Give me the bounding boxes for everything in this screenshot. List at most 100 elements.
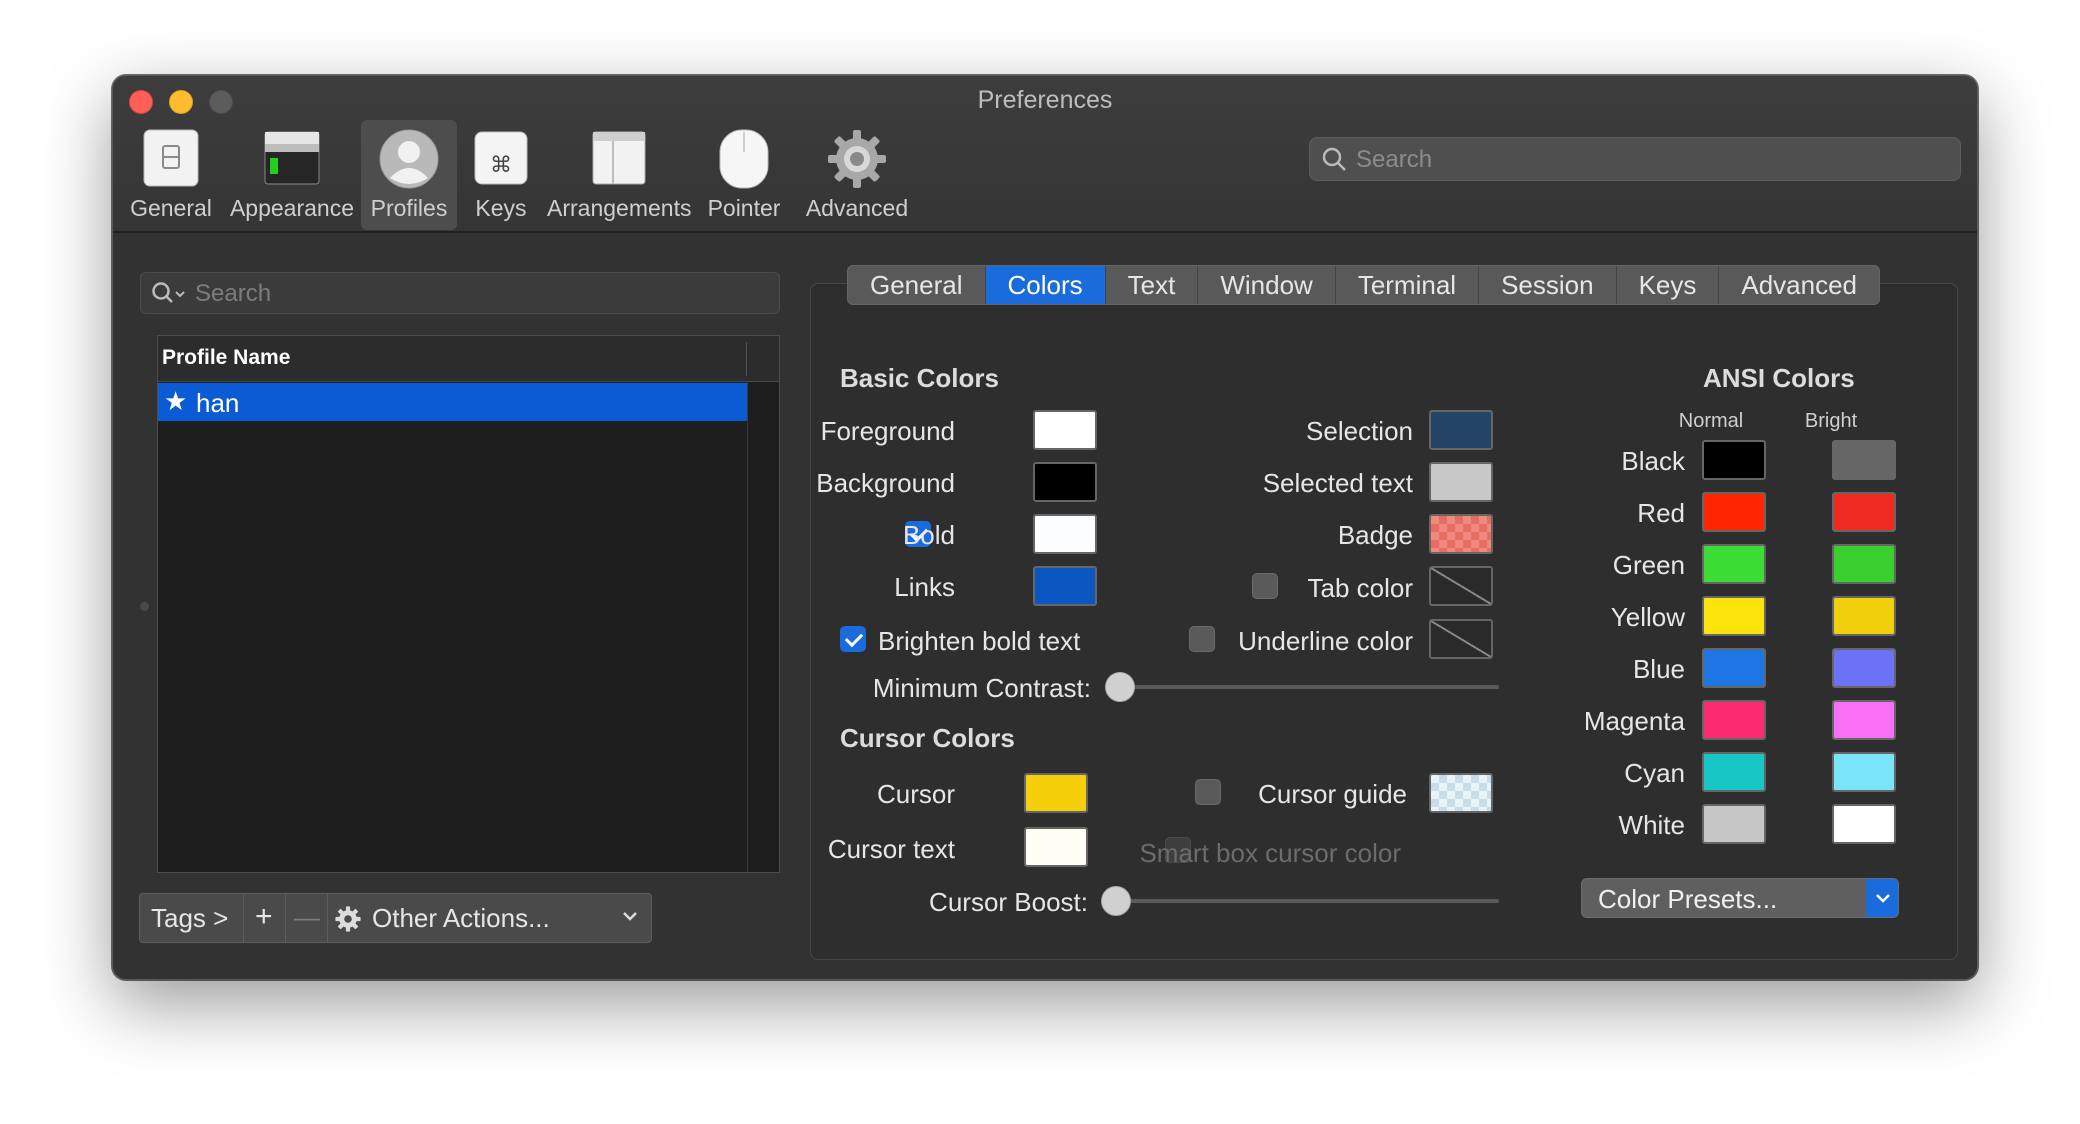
tab-text[interactable]: Text bbox=[1106, 266, 1199, 304]
titlebar: Preferences General Appearance Profiles … bbox=[113, 76, 1977, 233]
ansi-cyan-bright-well[interactable] bbox=[1832, 752, 1896, 792]
badge-color-well[interactable] bbox=[1429, 514, 1493, 554]
minimum-contrast-slider-knob[interactable] bbox=[1105, 672, 1135, 702]
search-icon bbox=[1322, 147, 1346, 171]
mouse-icon bbox=[719, 129, 769, 189]
split-view-divider-handle[interactable] bbox=[140, 602, 149, 611]
default-profile-star-icon: ★ bbox=[164, 386, 188, 416]
chevron-down-icon bbox=[1876, 894, 1890, 903]
tags-button[interactable]: Tags > bbox=[140, 894, 244, 942]
profile-search-placeholder: Search bbox=[195, 280, 272, 307]
toolbar-appearance[interactable]: Appearance bbox=[227, 120, 357, 230]
toolbar-pointer[interactable]: Pointer bbox=[693, 120, 795, 230]
toolbar-arrangements[interactable]: Arrangements bbox=[547, 120, 691, 230]
profile-name-column-header: Profile Name bbox=[162, 346, 291, 369]
minimum-contrast-slider-track[interactable] bbox=[1119, 685, 1499, 689]
add-profile-button[interactable]: + bbox=[244, 894, 286, 942]
selected-text-color-well[interactable] bbox=[1429, 462, 1493, 502]
profile-person-icon bbox=[379, 129, 439, 189]
cursor-boost-slider-track[interactable] bbox=[1116, 899, 1499, 903]
chevron-down-icon bbox=[623, 912, 637, 921]
window-title: Preferences bbox=[977, 86, 1113, 114]
tab-session[interactable]: Session bbox=[1479, 266, 1617, 304]
basic-colors-heading: Basic Colors bbox=[840, 363, 999, 393]
toolbar-advanced-label: Advanced bbox=[805, 195, 909, 221]
ansi-white-label: White bbox=[1618, 810, 1685, 840]
foreground-color-well[interactable] bbox=[1033, 410, 1097, 450]
preferences-window: Preferences General Appearance Profiles … bbox=[112, 75, 1978, 980]
bold-color-well[interactable] bbox=[1033, 514, 1097, 554]
tab-keys[interactable]: Keys bbox=[1617, 266, 1720, 304]
profile-search-field[interactable]: Search bbox=[140, 272, 780, 314]
brighten-bold-label: Brighten bold text bbox=[878, 626, 1081, 656]
color-presets-button[interactable]: Color Presets... bbox=[1581, 878, 1899, 918]
color-presets-label: Color Presets... bbox=[1598, 884, 1778, 914]
remove-profile-button[interactable]: — bbox=[286, 894, 328, 942]
ansi-white-bright-well[interactable] bbox=[1832, 804, 1896, 844]
ansi-bright-column-label: Bright bbox=[1804, 410, 1858, 432]
toolbar-general[interactable]: General bbox=[115, 120, 227, 230]
ansi-red-normal-well[interactable] bbox=[1702, 492, 1766, 532]
preferences-search-placeholder: Search bbox=[1356, 146, 1433, 173]
cursor-color-well[interactable] bbox=[1024, 773, 1088, 813]
toolbar-advanced[interactable]: Advanced bbox=[797, 120, 917, 230]
profile-actions-bar: Tags > + — Other Actions... bbox=[139, 893, 652, 943]
links-label: Links bbox=[894, 572, 955, 602]
ansi-green-normal-well[interactable] bbox=[1702, 544, 1766, 584]
toolbar-profiles[interactable]: Profiles bbox=[361, 120, 457, 230]
cursor-guide-checkbox[interactable] bbox=[1195, 779, 1221, 805]
cursor-guide-color-well[interactable] bbox=[1429, 773, 1493, 813]
ansi-blue-normal-well[interactable] bbox=[1702, 648, 1766, 688]
ansi-magenta-bright-well[interactable] bbox=[1832, 700, 1896, 740]
ansi-black-normal-well[interactable] bbox=[1702, 440, 1766, 480]
ansi-green-label: Green bbox=[1612, 550, 1685, 580]
cursor-boost-label: Cursor Boost: bbox=[929, 887, 1088, 917]
underline-color-checkbox[interactable] bbox=[1189, 626, 1215, 652]
background-label: Background bbox=[816, 468, 955, 498]
brighten-bold-checkbox[interactable] bbox=[840, 626, 866, 652]
tab-colors[interactable]: Colors bbox=[985, 266, 1106, 304]
profile-row-name: han bbox=[196, 388, 240, 418]
ansi-magenta-normal-well[interactable] bbox=[1702, 700, 1766, 740]
cursor-text-color-well[interactable] bbox=[1024, 827, 1088, 867]
profile-list-header[interactable]: Profile Name bbox=[158, 336, 779, 382]
ansi-cyan-normal-well[interactable] bbox=[1702, 752, 1766, 792]
profile-row[interactable]: ★ han bbox=[158, 383, 748, 421]
ansi-yellow-normal-well[interactable] bbox=[1702, 596, 1766, 636]
svg-text:⌘: ⌘ bbox=[490, 153, 512, 178]
ansi-yellow-bright-well[interactable] bbox=[1832, 596, 1896, 636]
plus-icon: + bbox=[255, 900, 273, 933]
links-color-well[interactable] bbox=[1033, 566, 1097, 606]
gear-icon bbox=[828, 130, 886, 188]
ansi-blue-label: Blue bbox=[1632, 654, 1685, 684]
toolbar-arrangements-label: Arrangements bbox=[547, 195, 692, 221]
tags-button-label: Tags > bbox=[151, 903, 229, 933]
minus-icon: — bbox=[294, 902, 320, 932]
selection-color-well[interactable] bbox=[1429, 410, 1493, 450]
ansi-green-bright-well[interactable] bbox=[1832, 544, 1896, 584]
toolbar-pointer-label: Pointer bbox=[707, 195, 781, 221]
toolbar-keys[interactable]: ⌘ Keys bbox=[459, 120, 543, 230]
ansi-colors-heading: ANSI Colors bbox=[1703, 363, 1855, 393]
list-scrollbar-track[interactable] bbox=[747, 382, 748, 872]
ansi-black-bright-well[interactable] bbox=[1832, 440, 1896, 480]
tab-color-well[interactable] bbox=[1429, 566, 1493, 606]
ansi-magenta-label: Magenta bbox=[1583, 706, 1685, 736]
tab-color-checkbox[interactable] bbox=[1252, 573, 1278, 599]
ansi-white-normal-well[interactable] bbox=[1702, 804, 1766, 844]
tab-general[interactable]: General bbox=[848, 266, 986, 304]
ansi-blue-bright-well[interactable] bbox=[1832, 648, 1896, 688]
background-color-well[interactable] bbox=[1033, 462, 1097, 502]
minimum-contrast-label: Minimum Contrast: bbox=[872, 673, 1091, 703]
ansi-normal-column-label: Normal bbox=[1678, 410, 1744, 432]
other-actions-menu[interactable]: Other Actions... bbox=[328, 894, 652, 942]
toolbar-appearance-label: Appearance bbox=[229, 195, 355, 221]
ansi-red-bright-well[interactable] bbox=[1832, 492, 1896, 532]
cursor-boost-slider-knob[interactable] bbox=[1101, 886, 1131, 916]
cursor-label: Cursor bbox=[876, 779, 955, 809]
tab-advanced[interactable]: Advanced bbox=[1719, 266, 1879, 304]
tab-terminal[interactable]: Terminal bbox=[1336, 266, 1480, 304]
underline-color-well[interactable] bbox=[1429, 619, 1493, 659]
tab-window[interactable]: Window bbox=[1198, 266, 1336, 304]
preferences-search-field[interactable]: Search bbox=[1309, 137, 1961, 181]
